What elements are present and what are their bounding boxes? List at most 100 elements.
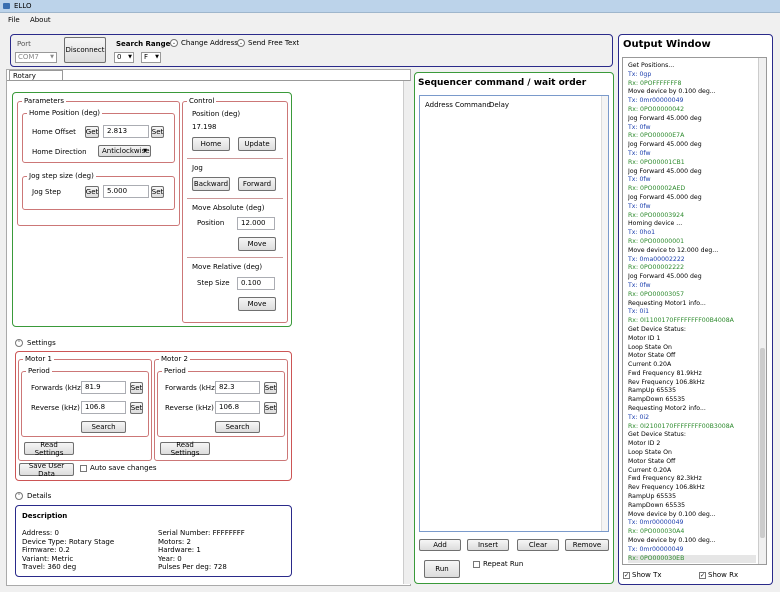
settings-collapse-icon[interactable]: ⌃	[15, 339, 23, 347]
motor1-search-button[interactable]: Search	[81, 421, 126, 433]
update-button[interactable]: Update	[238, 137, 276, 151]
output-line: Rx: 0PO000030EB	[628, 554, 756, 564]
motor1-forwards-input[interactable]: 81.9	[81, 381, 126, 394]
output-scrollbar[interactable]	[758, 58, 766, 564]
menu-bar: File About	[0, 14, 780, 26]
motor2-read-settings-button[interactable]: Read Settings	[160, 441, 210, 457]
motor1-reverse-set-button[interactable]: Set	[130, 402, 143, 414]
remove-button[interactable]: Remove	[565, 539, 609, 551]
motor1-reverse-input[interactable]: 106.8	[81, 401, 126, 414]
output-line: Move device by 0.100 deg...	[628, 510, 716, 518]
output-line: Move device by 0.100 deg...	[628, 537, 716, 545]
output-line: Tx: 0mr00000049	[628, 519, 684, 527]
jog-step-set-button[interactable]: Set	[151, 186, 164, 198]
move-absolute-button[interactable]: Move	[238, 237, 276, 251]
details-title: Details	[27, 492, 52, 500]
motor1-read-settings-button[interactable]: Read Settings	[24, 441, 74, 457]
output-line: Get Device Status:	[628, 325, 686, 333]
repeat-run-checkbox[interactable]	[473, 561, 480, 568]
disconnect-button[interactable]: Disconnect	[64, 37, 106, 63]
add-button[interactable]: Add	[419, 539, 461, 551]
send-free-text-expand-icon[interactable]: ⌄	[237, 39, 245, 47]
divider	[187, 198, 283, 199]
motor2-title: Motor 2	[159, 355, 190, 363]
control-title: Control	[187, 97, 217, 105]
output-line: RampDown 65535	[628, 501, 686, 509]
details-collapse-icon[interactable]: ⌃	[15, 492, 23, 500]
run-button[interactable]: Run	[424, 560, 460, 578]
move-relative-button[interactable]: Move	[238, 297, 276, 311]
output-line: Tx: 0mr00000049	[628, 545, 684, 553]
forward-button[interactable]: Forward	[238, 177, 276, 191]
output-line: Rx: 0PO00002AED	[628, 185, 686, 193]
jog-step-input[interactable]: 5.000	[103, 185, 149, 198]
show-rx-checkbox[interactable]: ✓	[699, 572, 706, 579]
move-absolute-input[interactable]: 12.000	[237, 217, 275, 230]
search-range-label: Search Range	[116, 40, 171, 48]
motor2-forwards-set-button[interactable]: Set	[264, 382, 277, 394]
connection-panel: Port COM7 ▼ Disconnect Search Range 0 ▼ F ▼…	[10, 34, 613, 67]
send-free-text-label[interactable]: Send Free Text	[248, 39, 299, 48]
output-line: Current 0.20A	[628, 361, 672, 369]
clear-button[interactable]: Clear	[517, 539, 559, 551]
output-line: Motor ID 2	[628, 440, 661, 448]
detail-year: Year: 0	[158, 554, 182, 563]
output-lines: Get Positions... Tx: 0gp Rx: 0POFFFFFFF8 Mo…	[628, 62, 756, 564]
show-tx-checkbox[interactable]: ✓	[623, 572, 630, 579]
output-line: Current 0.20A	[628, 466, 672, 474]
save-user-data-button[interactable]: Save User Data	[19, 462, 74, 478]
position-value: 17.198	[192, 123, 217, 131]
home-direction-select[interactable]: Anticlockwise ▼	[98, 145, 151, 157]
output-line: RampUp 65535	[628, 387, 677, 395]
device-tab-area: Rotary Stage:0 Parameters Home Position …	[6, 69, 411, 586]
range-to-select[interactable]: F ▼	[141, 52, 161, 63]
home-offset-input[interactable]: 2.813	[103, 125, 149, 138]
range-from-select[interactable]: 0 ▼	[114, 52, 134, 63]
move-absolute-title: Move Absolute (deg)	[192, 204, 265, 212]
sequencer-scrollbar[interactable]	[601, 96, 608, 531]
output-line: Jog Forward 45.000 deg	[628, 193, 702, 201]
output-line: Homing device ...	[628, 220, 683, 228]
detail-variant: Variant: Metric	[22, 554, 74, 563]
home-offset-get-button[interactable]: Get	[85, 126, 99, 138]
output-log[interactable]: Get Positions... Tx: 0gp Rx: 0POFFFFFFF8 Mo…	[622, 57, 767, 565]
output-line: Get Device Status:	[628, 431, 686, 439]
sequencer-panel: Sequencer command / wait order Address C…	[414, 72, 614, 584]
change-address-expand-icon[interactable]: ⌄	[170, 39, 178, 47]
chevron-down-icon: ▼	[128, 54, 132, 60]
output-line: Rx: 0PO00000042	[628, 105, 685, 113]
output-line: RampDown 65535	[628, 396, 686, 404]
left-panel-scrollbar[interactable]	[403, 81, 411, 584]
auto-save-checkbox[interactable]	[80, 465, 87, 472]
move-absolute-position-label: Position	[197, 219, 225, 227]
menu-about[interactable]: About	[30, 16, 51, 24]
change-address-label[interactable]: Change Address	[181, 39, 238, 48]
insert-button[interactable]: Insert	[467, 539, 509, 551]
home-offset-set-button[interactable]: Set	[151, 126, 164, 138]
motor2-reverse-input[interactable]: 106.8	[215, 401, 260, 414]
output-line: Rx: 0PO00002222	[628, 264, 685, 272]
output-line: Fwd Frequency 82.3kHz	[628, 475, 702, 483]
port-select[interactable]: COM7 ▼	[15, 52, 57, 63]
jog-step-get-button[interactable]: Get	[85, 186, 99, 198]
home-button[interactable]: Home	[192, 137, 230, 151]
move-relative-input[interactable]: 0.100	[237, 277, 275, 290]
motor2-search-button[interactable]: Search	[215, 421, 260, 433]
output-line: Loop State On	[628, 449, 672, 457]
output-line: Rx: 0PO00003924	[628, 211, 685, 219]
output-line: Tx: 0fw	[628, 176, 651, 184]
menu-file[interactable]: File	[8, 16, 20, 24]
output-line: Rx: 0PO00001CB1	[628, 158, 685, 166]
motor1-forwards-set-button[interactable]: Set	[130, 382, 143, 394]
output-window-title: Output Window	[623, 39, 711, 50]
backward-button[interactable]: Backward	[192, 177, 230, 191]
output-line: Tx: 0i1	[628, 308, 650, 316]
output-line: Requesting Motor2 info...	[628, 405, 706, 413]
output-scroll-thumb[interactable]	[760, 348, 765, 538]
sequencer-list[interactable]: Address Command Delay	[419, 95, 609, 532]
motor2-reverse-set-button[interactable]: Set	[264, 402, 277, 414]
divider	[187, 158, 283, 159]
motor2-forwards-input[interactable]: 82.3	[215, 381, 260, 394]
move-relative-title: Move Relative (deg)	[192, 263, 263, 271]
output-line: Jog Forward 45.000 deg	[628, 114, 702, 122]
